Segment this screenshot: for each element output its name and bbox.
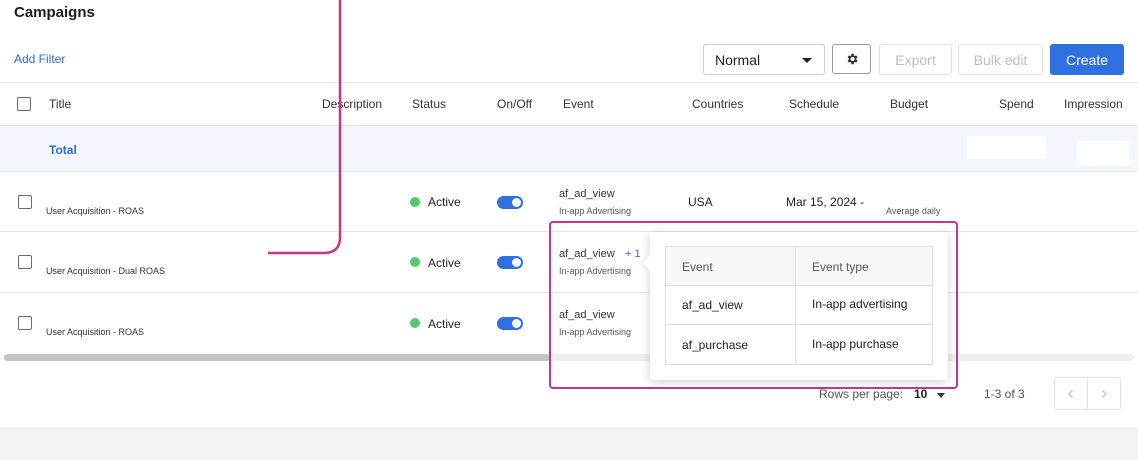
annotation-connector-line	[268, 0, 342, 255]
